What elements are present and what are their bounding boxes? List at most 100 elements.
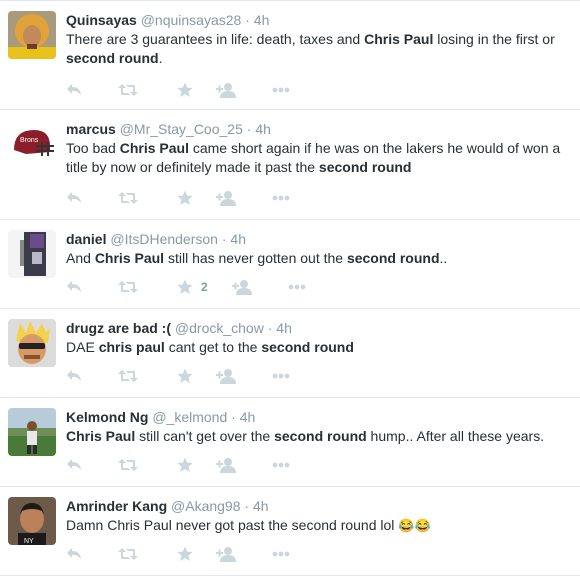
reply-button[interactable] — [66, 278, 82, 296]
more-icon — [272, 462, 290, 468]
avatar[interactable]: Brons — [8, 120, 56, 168]
tweet-timestamp[interactable]: 4h — [253, 498, 269, 514]
user-fullname[interactable]: drugz are bad :( — [66, 320, 171, 336]
favorite-button[interactable] — [177, 367, 193, 385]
follow-button[interactable] — [216, 81, 236, 99]
text-segment: losing in the first or — [433, 31, 555, 47]
user-fullname[interactable]: Kelmond Ng — [66, 409, 148, 425]
more-icon — [288, 284, 306, 290]
text-segment: Too bad — [66, 140, 120, 156]
favorite-button[interactable] — [177, 189, 193, 207]
follow-button[interactable] — [216, 367, 236, 385]
tweet-text: Damn Chris Paul never got past the secon… — [66, 516, 574, 535]
favorite-button[interactable]: 2 — [177, 278, 208, 296]
more-button[interactable] — [272, 367, 290, 385]
more-button[interactable] — [272, 545, 290, 563]
tweet[interactable]: NY Amrinder Kang @Akang98 · 4h Damn Chri… — [0, 487, 580, 576]
star-icon — [177, 457, 193, 473]
more-button[interactable] — [272, 456, 290, 474]
text-segment: cant get to the — [164, 339, 262, 355]
retweet-button[interactable] — [118, 456, 138, 474]
tweet-text: Chris Paul still can't get over the seco… — [66, 427, 574, 446]
more-icon — [272, 551, 290, 557]
user-fullname[interactable]: Amrinder Kang — [66, 498, 167, 514]
follow-button[interactable] — [232, 278, 252, 296]
tweet-feed: Quinsayas @nquinsayas28 · 4h There are 3… — [0, 0, 580, 576]
user-handle[interactable]: @nquinsayas28 — [141, 12, 242, 28]
tweet-header: Amrinder Kang @Akang98 · 4h — [66, 497, 574, 515]
avatar[interactable] — [8, 319, 56, 367]
tweet-timestamp[interactable]: 4h — [254, 12, 270, 28]
more-button[interactable] — [272, 81, 290, 99]
tweet-header: Kelmond Ng @_kelmond · 4h — [66, 408, 574, 426]
reply-button[interactable] — [66, 545, 82, 563]
tweet-timestamp[interactable]: 4h — [240, 409, 256, 425]
favorite-button[interactable] — [177, 456, 193, 474]
reply-button[interactable] — [66, 81, 82, 99]
tweet-text: There are 3 guarantees in life: death, t… — [66, 30, 574, 68]
tweet-timestamp[interactable]: 4h — [276, 320, 292, 336]
separator: · — [267, 320, 273, 336]
favorite-button[interactable] — [177, 81, 193, 99]
tweet-text: Too bad Chris Paul came short again if h… — [66, 139, 574, 177]
tweet[interactable]: daniel @ItsDHenderson · 4h And Chris Pau… — [0, 220, 580, 309]
star-icon — [177, 190, 193, 206]
tweet-header: marcus @Mr_Stay_Coo_25 · 4h — [66, 120, 574, 138]
star-icon — [177, 546, 193, 562]
tweet[interactable]: drugz are bad :( @drock_chow · 4h DAE ch… — [0, 309, 580, 398]
more-button[interactable] — [272, 189, 290, 207]
retweet-button[interactable] — [118, 367, 138, 385]
keyword-highlight: second round — [318, 159, 412, 175]
tweet-content: Kelmond Ng @_kelmond · 4h Chris Paul sti… — [66, 408, 574, 446]
tweet-content: Amrinder Kang @Akang98 · 4h Damn Chris P… — [66, 497, 574, 535]
follow-button[interactable] — [216, 189, 236, 207]
retweet-button[interactable] — [118, 189, 138, 207]
reply-button[interactable] — [66, 367, 82, 385]
separator: · — [245, 12, 250, 28]
tweet-header: drugz are bad :( @drock_chow · 4h — [66, 319, 574, 337]
reply-button[interactable] — [66, 456, 82, 474]
tweet-timestamp[interactable]: 4h — [230, 231, 246, 247]
user-fullname[interactable]: marcus — [66, 121, 116, 137]
user-handle[interactable]: @Akang98 — [171, 498, 240, 514]
keyword-highlight: second round — [261, 339, 354, 355]
retweet-icon — [118, 547, 138, 561]
user-fullname[interactable]: Quinsayas — [66, 12, 137, 28]
avatar[interactable] — [8, 408, 56, 456]
tweet-header: Quinsayas @nquinsayas28 · 4h — [66, 11, 574, 29]
keyword-highlight: second round — [66, 50, 159, 66]
avatar[interactable]: NY — [8, 497, 56, 545]
user-handle[interactable]: @Mr_Stay_Coo_25 — [120, 121, 243, 137]
text-segment: And — [66, 250, 95, 266]
tweet[interactable]: Quinsayas @nquinsayas28 · 4h There are 3… — [0, 0, 580, 110]
retweet-button[interactable] — [118, 278, 138, 296]
tweet-content: daniel @ItsDHenderson · 4h And Chris Pau… — [66, 230, 574, 268]
tweet-timestamp[interactable]: 4h — [255, 121, 271, 137]
more-button[interactable] — [288, 278, 306, 296]
user-handle[interactable]: @_kelmond — [152, 409, 227, 425]
reply-icon — [66, 547, 82, 561]
follow-button[interactable] — [216, 456, 236, 474]
text-segment: hump.. After all these years. — [366, 428, 545, 444]
avatar[interactable] — [8, 230, 56, 278]
retweet-button[interactable] — [118, 81, 138, 99]
user-handle[interactable]: @drock_chow — [175, 320, 264, 336]
more-icon — [272, 195, 290, 201]
emoji-text: 😂😂 — [398, 518, 431, 533]
favorite-button[interactable] — [177, 545, 193, 563]
follow-button[interactable] — [216, 545, 236, 563]
follow-icon — [232, 279, 252, 295]
reply-button[interactable] — [66, 189, 82, 207]
user-handle[interactable]: @ItsDHenderson — [110, 231, 218, 247]
tweet-text: And Chris Paul still has never gotten ou… — [66, 249, 574, 268]
user-fullname[interactable]: daniel — [66, 231, 106, 247]
reply-icon — [66, 83, 82, 97]
follow-icon — [216, 457, 236, 473]
avatar[interactable] — [8, 11, 56, 59]
tweet[interactable]: Brons marcus @Mr_Stay_Coo_25 · 4h Too ba… — [0, 110, 580, 220]
retweet-button[interactable] — [118, 545, 138, 563]
tweet[interactable]: Kelmond Ng @_kelmond · 4h Chris Paul sti… — [0, 398, 580, 487]
tweet-content: marcus @Mr_Stay_Coo_25 · 4h Too bad Chri… — [66, 120, 574, 177]
follow-icon — [216, 368, 236, 384]
more-icon — [272, 87, 290, 93]
